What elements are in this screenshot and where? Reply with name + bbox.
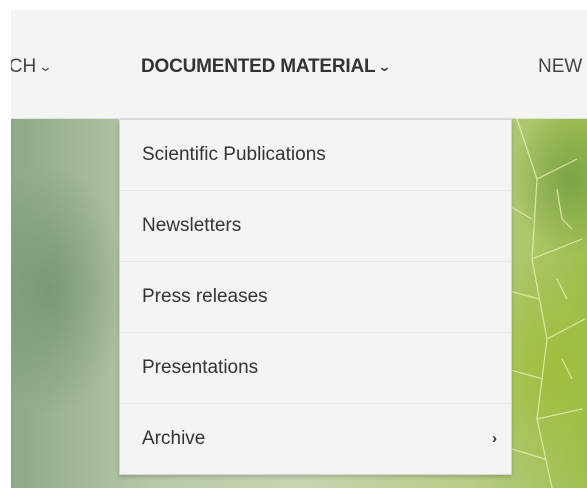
menu-item-presentations[interactable]: Presentations — [120, 332, 511, 403]
menu-item-newsletters[interactable]: Newsletters — [120, 190, 511, 261]
main-navbar: RCH⌄ DOCUMENTED MATERIAL⌄ NEW — [11, 10, 587, 119]
nav-item-research[interactable]: RCH⌄ — [11, 54, 53, 80]
chevron-right-icon: › — [492, 430, 497, 447]
nav-item-news-label: NEW — [538, 56, 583, 77]
menu-item-label: Scientific Publications — [142, 144, 326, 165]
documented-material-dropdown: Scientific Publications Newsletters Pres… — [119, 119, 512, 475]
chevron-down-icon: ⌄ — [377, 59, 392, 74]
nav-item-news[interactable]: NEW — [538, 54, 582, 80]
browser-viewport: RCH⌄ DOCUMENTED MATERIAL⌄ NEW Scientific… — [11, 10, 587, 488]
menu-item-label: Newsletters — [142, 215, 242, 236]
menu-item-archive[interactable]: Archive › — [120, 403, 511, 474]
menu-item-scientific-publications[interactable]: Scientific Publications — [120, 120, 511, 190]
nav-item-research-label: RCH — [11, 56, 37, 77]
nav-item-documented-material[interactable]: DOCUMENTED MATERIAL ⌄ — [141, 54, 392, 80]
chevron-down-icon: ⌄ — [38, 59, 53, 74]
menu-item-label: Presentations — [142, 357, 259, 378]
nav-item-documented-material-label: DOCUMENTED MATERIAL — [141, 56, 376, 77]
menu-item-label: Archive — [142, 428, 206, 449]
menu-item-label: Press releases — [142, 286, 268, 307]
menu-item-press-releases[interactable]: Press releases — [120, 261, 511, 332]
